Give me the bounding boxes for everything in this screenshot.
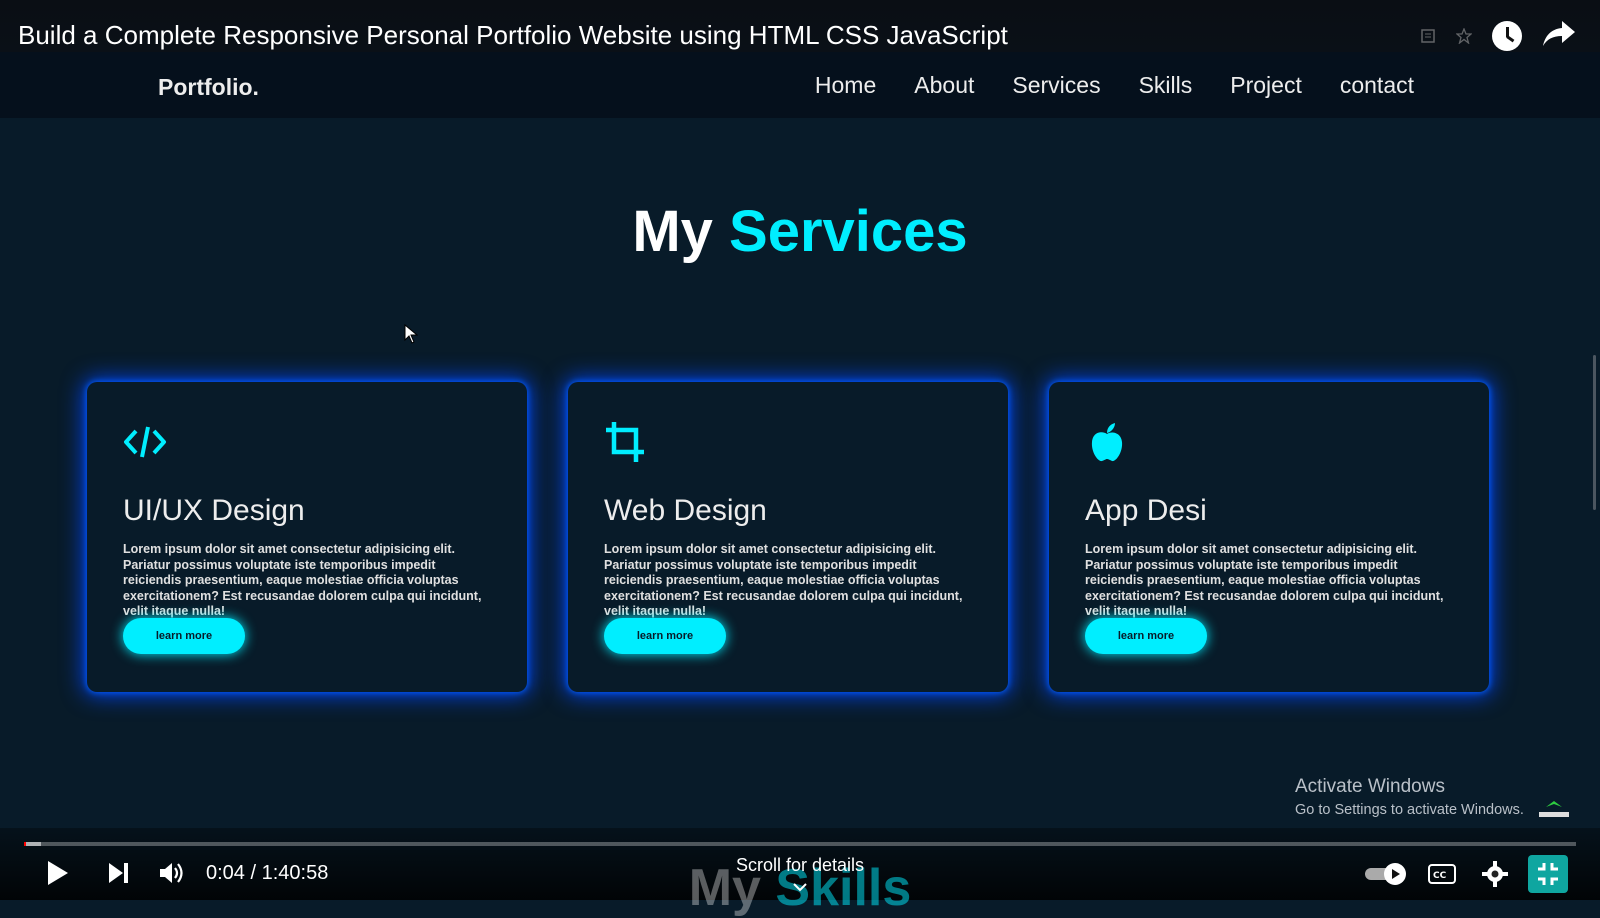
channel-logo-icon bbox=[1536, 798, 1572, 824]
service-card-web: Web Design Lorem ipsum dolor sit amet co… bbox=[568, 382, 1008, 692]
video-title[interactable]: Build a Complete Responsive Personal Por… bbox=[18, 20, 1008, 51]
site-nav: Home About Services Skills Project conta… bbox=[815, 72, 1414, 99]
activate-windows-title: Activate Windows bbox=[1295, 776, 1445, 797]
service-card-uiux: UI/UX Design Lorem ipsum dolor sit amet … bbox=[87, 382, 527, 692]
nav-about[interactable]: About bbox=[914, 72, 974, 99]
video-title-bar: Build a Complete Responsive Personal Por… bbox=[0, 0, 1600, 52]
svg-text:CC: CC bbox=[1433, 871, 1447, 881]
share-icon[interactable] bbox=[1542, 18, 1576, 53]
learn-more-button[interactable]: learn more bbox=[123, 618, 245, 654]
card-description: Lorem ipsum dolor sit amet consectetur a… bbox=[123, 542, 482, 618]
apple-icon bbox=[1085, 420, 1129, 464]
card-description: Lorem ipsum dolor sit amet consectetur a… bbox=[1085, 542, 1444, 618]
page-scrollbar[interactable] bbox=[1593, 355, 1596, 510]
learn-more-button[interactable]: learn more bbox=[1085, 618, 1207, 654]
card-description: Lorem ipsum dolor sit amet consectetur a… bbox=[604, 542, 963, 618]
autoplay-toggle[interactable] bbox=[1364, 862, 1408, 891]
title-bar-actions bbox=[1420, 18, 1576, 53]
exit-fullscreen-icon[interactable] bbox=[1528, 855, 1568, 893]
scroll-for-details[interactable]: Scroll for details bbox=[0, 855, 1600, 892]
video-progress-bar[interactable] bbox=[24, 842, 1576, 846]
services-heading: My Services bbox=[0, 198, 1600, 265]
services-heading-plain: My bbox=[632, 199, 713, 264]
crop-icon bbox=[604, 420, 648, 464]
progress-played bbox=[24, 842, 26, 846]
services-heading-accent: Services bbox=[729, 199, 968, 264]
progress-buffered bbox=[24, 842, 42, 846]
chevron-down-icon bbox=[0, 876, 1600, 892]
nav-skills[interactable]: Skills bbox=[1139, 72, 1193, 99]
code-icon bbox=[123, 420, 167, 464]
site-logo[interactable]: Portfolio. bbox=[158, 74, 259, 101]
card-title: Web Design bbox=[604, 494, 767, 527]
learn-more-button[interactable]: learn more bbox=[604, 618, 726, 654]
mouse-cursor-icon bbox=[404, 323, 419, 349]
activate-windows-subtitle: Go to Settings to activate Windows. bbox=[1295, 802, 1524, 818]
watch-later-icon[interactable] bbox=[1492, 20, 1522, 51]
service-card-app: App Desi Lorem ipsum dolor sit amet cons… bbox=[1049, 382, 1489, 692]
subtitles-icon[interactable]: CC bbox=[1428, 864, 1456, 889]
nav-project[interactable]: Project bbox=[1230, 72, 1302, 99]
nav-services[interactable]: Services bbox=[1012, 72, 1100, 99]
site-header: Portfolio. Home About Services Skills Pr… bbox=[0, 52, 1600, 118]
nav-contact[interactable]: contact bbox=[1340, 72, 1414, 99]
card-title: App Desi bbox=[1085, 494, 1207, 527]
star-icon[interactable] bbox=[1455, 26, 1473, 45]
settings-gear-icon[interactable] bbox=[1482, 861, 1508, 892]
queue-icon[interactable] bbox=[1420, 28, 1436, 44]
scroll-hint-label: Scroll for details bbox=[735, 855, 865, 875]
card-title: UI/UX Design bbox=[123, 494, 305, 527]
nav-home[interactable]: Home bbox=[815, 72, 876, 99]
activate-windows-watermark: Activate Windows Go to Settings to activ… bbox=[1295, 776, 1524, 818]
